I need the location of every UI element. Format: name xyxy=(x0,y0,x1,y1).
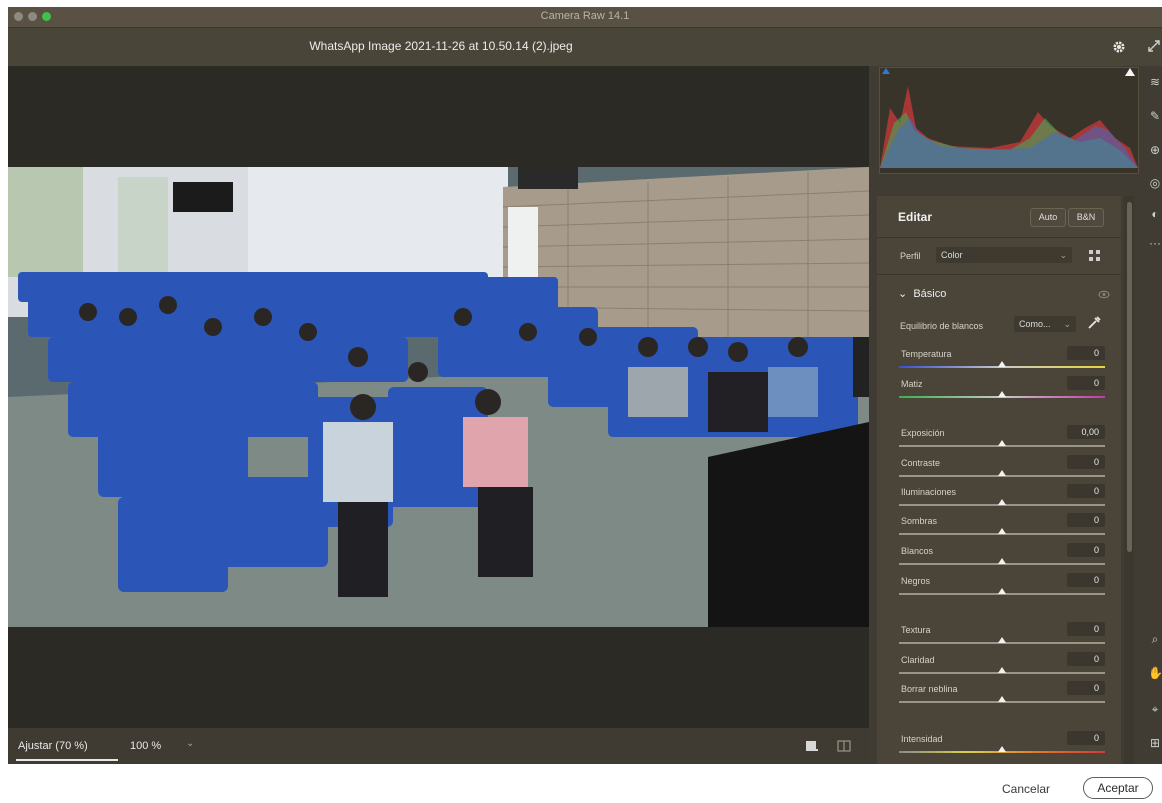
redeye-icon[interactable]: ◎ xyxy=(1148,176,1162,190)
divider xyxy=(877,274,1121,275)
brush-icon[interactable]: ✎ xyxy=(1148,109,1162,123)
slider-value-input[interactable]: 0,00 xyxy=(1067,425,1105,439)
basic-section-label: Básico xyxy=(913,288,947,300)
bw-button[interactable]: B&N xyxy=(1068,208,1104,227)
slider-label: Borrar neblina xyxy=(901,684,958,694)
fullscreen-icon[interactable] xyxy=(1146,38,1162,54)
panel-scrollbar[interactable] xyxy=(1124,196,1134,764)
accept-button[interactable]: Aceptar xyxy=(1083,777,1153,799)
slider-handle[interactable] xyxy=(998,558,1006,564)
histogram xyxy=(879,67,1139,174)
slider-handle[interactable] xyxy=(998,440,1006,446)
slider-label: Iluminaciones xyxy=(901,487,957,497)
basic-section-header[interactable]: ⌄ Básico xyxy=(898,287,946,300)
mask-icon[interactable]: ◐ xyxy=(1148,207,1162,221)
slider-handle[interactable] xyxy=(998,696,1006,702)
slider-value-input[interactable]: 0 xyxy=(1067,622,1105,636)
camera-raw-window: Camera Raw 14.1 WhatsApp Image 2021-11-2… xyxy=(0,0,1162,803)
slider-label: Textura xyxy=(901,625,931,635)
slider-value-input[interactable]: 0 xyxy=(1067,455,1105,469)
gear-icon[interactable] xyxy=(1111,39,1127,55)
toolbar: WhatsApp Image 2021-11-26 at 10.50.14 (2… xyxy=(8,28,1162,66)
slider-row[interactable]: Intensidad 0 xyxy=(899,731,1105,764)
slider-label: Claridad xyxy=(901,655,935,665)
slider-value-input[interactable]: 0 xyxy=(1067,376,1105,390)
zoom-icon[interactable]: ⌕ xyxy=(1148,632,1162,646)
slider-label: Contraste xyxy=(901,458,941,468)
zoom-dropdown-caret[interactable]: ⌄ xyxy=(186,738,194,749)
preview-photo xyxy=(8,167,869,627)
slider-handle[interactable] xyxy=(998,588,1006,594)
slider-value-input[interactable]: 0 xyxy=(1067,543,1105,557)
slider-label: Matiz xyxy=(901,379,923,389)
split-view-icon[interactable] xyxy=(837,739,851,753)
eyedropper-icon[interactable] xyxy=(1086,315,1102,331)
slider-value-input[interactable]: 0 xyxy=(1067,573,1105,587)
slider-label: Temperatura xyxy=(901,349,952,359)
slider-label: Blancos xyxy=(901,546,934,556)
visibility-eye-icon[interactable] xyxy=(1098,290,1110,299)
white-balance-value: Como... xyxy=(1019,319,1051,329)
file-name: WhatsApp Image 2021-11-26 at 10.50.14 (2… xyxy=(309,39,573,53)
zoom-100-button[interactable]: 100 % xyxy=(130,740,161,752)
more-icon[interactable]: ··· xyxy=(1148,236,1162,250)
edit-title: Editar xyxy=(898,210,933,224)
slider-handle[interactable] xyxy=(998,470,1006,476)
white-balance-select[interactable]: Como... ⌄ xyxy=(1014,316,1076,332)
slider-value-input[interactable]: 0 xyxy=(1067,346,1105,360)
slider-row[interactable]: Exposición 0,00 xyxy=(899,425,1105,458)
slider-handle[interactable] xyxy=(998,746,1006,752)
slider-handle[interactable] xyxy=(998,499,1006,505)
profile-label: Perfil xyxy=(900,251,921,261)
hand-icon[interactable]: ✋ xyxy=(1148,666,1162,680)
slider-value-input[interactable]: 0 xyxy=(1067,513,1105,527)
slider-value-input[interactable]: 0 xyxy=(1067,731,1105,745)
slider-row[interactable]: Sombras 0 xyxy=(899,513,1105,546)
shadow-clipping-icon[interactable] xyxy=(882,68,890,74)
slider-label: Negros xyxy=(901,576,931,586)
cancel-button[interactable]: Cancelar xyxy=(996,781,1056,797)
slider-handle[interactable] xyxy=(998,667,1006,673)
title-bar: Camera Raw 14.1 xyxy=(8,7,1162,28)
profile-browser-icon[interactable] xyxy=(1088,249,1101,262)
edit-sliders-icon[interactable]: ≋ xyxy=(1148,75,1162,89)
slider-row[interactable]: Textura 0 xyxy=(899,622,1105,655)
slider-handle[interactable] xyxy=(998,361,1006,367)
dialog-footer: Cancelar Aceptar xyxy=(0,764,1162,803)
slider-row[interactable]: Borrar neblina 0 xyxy=(899,681,1105,714)
zoom-fit-underline xyxy=(16,759,118,761)
before-after-toggle-icon[interactable] xyxy=(805,739,819,753)
slider-handle[interactable] xyxy=(998,528,1006,534)
chevron-down-icon: ⌄ xyxy=(898,288,908,300)
white-balance-label: Equilibrio de blancos xyxy=(900,321,984,331)
auto-button[interactable]: Auto xyxy=(1030,208,1066,227)
slider-label: Sombras xyxy=(901,516,938,526)
heal-icon[interactable]: ⊕ xyxy=(1148,143,1162,157)
slider-row[interactable]: Blancos 0 xyxy=(899,543,1105,576)
scrollbar-thumb[interactable] xyxy=(1127,202,1132,552)
divider xyxy=(877,237,1121,238)
sampler-icon[interactable]: ⌖ xyxy=(1148,702,1162,716)
highlight-clipping-icon[interactable] xyxy=(1125,68,1135,76)
slider-label: Intensidad xyxy=(901,734,943,744)
slider-value-input[interactable]: 0 xyxy=(1067,681,1105,695)
slider-value-input[interactable]: 0 xyxy=(1067,484,1105,498)
window-title: Camera Raw 14.1 xyxy=(540,10,630,22)
slider-label: Exposición xyxy=(901,428,945,438)
slider-row[interactable]: Negros 0 xyxy=(899,573,1105,606)
grid-icon[interactable]: ⊞ xyxy=(1148,736,1162,750)
slider-handle[interactable] xyxy=(998,391,1006,397)
slider-row[interactable]: Temperatura 0 xyxy=(899,346,1105,379)
slider-value-input[interactable]: 0 xyxy=(1067,652,1105,666)
slider-row[interactable]: Matiz 0 xyxy=(899,376,1105,409)
zoom-fit-button[interactable]: Ajustar (70 %) xyxy=(18,740,88,752)
profile-select[interactable]: Color ⌄ xyxy=(936,247,1072,263)
profile-value: Color xyxy=(941,250,963,260)
image-canvas[interactable] xyxy=(8,66,869,728)
slider-handle[interactable] xyxy=(998,637,1006,643)
view-bar: Ajustar (70 %) 100 % ⌄ xyxy=(8,728,869,764)
